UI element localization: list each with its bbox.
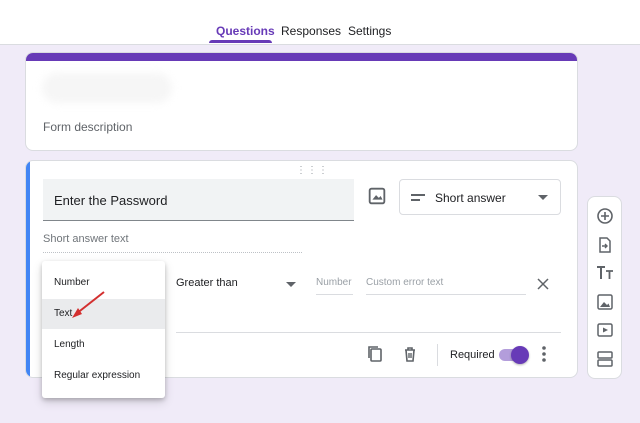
form-title-card: Form description xyxy=(25,52,578,151)
import-questions-icon[interactable] xyxy=(596,236,614,254)
form-title-redacted xyxy=(42,73,172,103)
chevron-down-icon xyxy=(538,195,548,200)
active-card-indicator xyxy=(26,161,30,377)
question-type-select[interactable]: Short answer xyxy=(399,179,561,215)
question-title-input[interactable]: Enter the Password xyxy=(43,179,354,221)
add-question-icon[interactable] xyxy=(596,207,614,225)
toggle-knob xyxy=(511,346,529,364)
short-answer-preview: Short answer text xyxy=(43,233,302,253)
more-vert-icon[interactable] xyxy=(536,345,552,363)
add-section-icon[interactable] xyxy=(596,350,614,368)
validation-number-input[interactable]: Number xyxy=(316,277,353,295)
required-toggle[interactable] xyxy=(499,346,529,364)
form-description-field[interactable]: Form description xyxy=(43,120,132,134)
drag-handle-icon[interactable]: ⋮⋮⋮ xyxy=(296,165,329,176)
short-answer-icon xyxy=(411,194,425,201)
validation-condition-select[interactable]: Greater than xyxy=(176,277,296,297)
floating-toolbar xyxy=(587,196,622,379)
annotation-arrow-icon xyxy=(72,291,105,318)
validation-condition-label: Greater than xyxy=(176,277,238,289)
required-label: Required xyxy=(450,349,495,361)
add-video-icon[interactable] xyxy=(596,321,614,339)
validation-type-menu: Number Text Length Regular expression xyxy=(42,261,165,398)
question-type-label: Short answer xyxy=(435,191,506,205)
footer-separator xyxy=(437,344,438,366)
add-image-icon[interactable] xyxy=(366,185,388,207)
close-icon[interactable] xyxy=(536,277,550,291)
tab-settings[interactable]: Settings xyxy=(348,24,391,38)
duplicate-icon[interactable] xyxy=(366,345,384,363)
tab-questions[interactable]: Questions xyxy=(216,24,275,38)
custom-error-input[interactable]: Custom error text xyxy=(366,277,526,295)
menu-item-regex[interactable]: Regular expression xyxy=(42,361,165,391)
add-title-icon[interactable] xyxy=(596,264,614,282)
tab-responses[interactable]: Responses xyxy=(281,24,341,38)
active-tab-indicator xyxy=(209,40,272,43)
add-image-icon[interactable] xyxy=(596,293,614,311)
chevron-down-icon xyxy=(286,282,296,287)
delete-icon[interactable] xyxy=(401,345,419,363)
footer-divider xyxy=(176,332,561,333)
card-accent-bar xyxy=(26,53,577,61)
top-tab-bar: Questions Responses Settings xyxy=(0,0,640,45)
menu-item-length[interactable]: Length xyxy=(42,330,165,360)
